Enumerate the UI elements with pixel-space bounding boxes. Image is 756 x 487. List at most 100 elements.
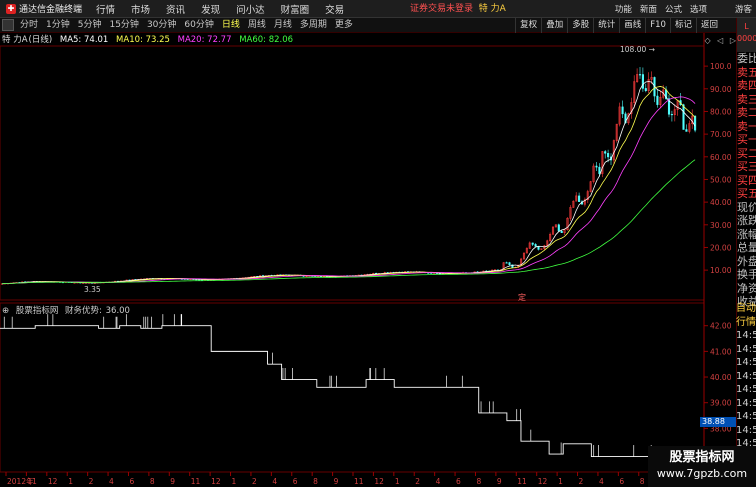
quote-item: 涨跌 — [737, 214, 756, 227]
date-label: 1 — [395, 477, 400, 486]
price-label: 100.0 — [710, 62, 732, 71]
candle-body — [560, 230, 563, 233]
date-label: 4 — [436, 477, 441, 486]
date-label: 12 — [211, 477, 221, 486]
ma20-label: MA20: 72.77 — [177, 35, 232, 45]
trade-item[interactable]: 自动 — [736, 302, 756, 316]
candle-body — [621, 106, 624, 115]
quote-items: 委比 卖五 卖四 卖三 卖二 卖一 买一 买二 买三 买四 买五 现价 涨跌 涨幅 总量 外盘 换手 净资 收益 — [737, 52, 756, 309]
quote-item: 净资 — [737, 281, 756, 295]
date-label: 11 — [191, 477, 201, 486]
chart-canvas[interactable]: 100.0 90.00 80.00 70.00 60.00 50.00 40.00 30.00… — [0, 0, 736, 487]
trade-item[interactable]: 行情 — [736, 316, 756, 330]
quote-item: 外盘 — [737, 254, 756, 268]
price-label: 90.00 — [710, 85, 732, 94]
date-label: 1 — [68, 477, 73, 486]
candle-body — [578, 195, 581, 202]
quote-item: 卖五 — [737, 65, 756, 79]
date-label: 8 — [150, 477, 155, 486]
subpanel-legend: ⊕ 股票指标网 财务优势: 36.00 — [2, 306, 134, 317]
candle-body — [607, 153, 610, 158]
date-label: 11 — [517, 477, 527, 486]
watermark: 股票指标网 www.7gpzb.com — [648, 446, 756, 487]
candle-body — [685, 129, 688, 132]
sub-label: 40.00 — [710, 373, 732, 382]
price-label: 40.00 — [710, 198, 732, 207]
ma60-label: MA60: 82.06 — [239, 35, 294, 45]
indicator-name: 财务优势: — [65, 306, 102, 316]
date-label: 2 — [415, 477, 420, 486]
candle-body — [557, 224, 560, 232]
tick-time: 14:55 — [736, 330, 756, 341]
candle-body — [670, 114, 673, 116]
quote-item: 涨幅 — [737, 227, 756, 241]
candle-body — [641, 74, 644, 89]
tick-time: 14:56 — [736, 424, 756, 436]
price-label: 80.00 — [710, 107, 732, 116]
date-label: 6 — [619, 477, 624, 486]
date-label: 9 — [334, 477, 339, 486]
quote-item: 委比 — [737, 52, 756, 65]
indicator-source: 股票指标网 — [15, 306, 59, 316]
tick-time: 14:55 — [736, 357, 756, 368]
date-label: 12 — [48, 477, 58, 486]
event-marker: 定 — [518, 292, 526, 302]
indicator-line — [0, 325, 704, 458]
quote-item: 卖三 — [737, 92, 756, 106]
tick-time: 14:55 — [736, 370, 756, 382]
current-value-tag: 38.88 — [700, 417, 736, 427]
sub-label: 41.00 — [710, 347, 732, 356]
date-label: 6 — [456, 477, 461, 486]
panel-nav[interactable]: ◇ ◁ ▷ — [704, 36, 738, 45]
sub-label: 39.00 — [710, 399, 732, 408]
candle-body — [531, 242, 534, 245]
date-label: 12 — [538, 477, 548, 486]
settings-icon[interactable]: ⊕ — [2, 306, 9, 316]
ma5-label: MA5: 74.01 — [59, 35, 109, 45]
candle-body — [604, 151, 607, 154]
tick-time: 14:56 — [736, 411, 756, 422]
candle-body — [595, 165, 598, 168]
quote-item: 买二 — [737, 146, 756, 160]
candle-body — [682, 104, 685, 130]
guest-button[interactable]: 游客 — [735, 3, 752, 15]
date-label: 4 — [272, 477, 277, 486]
date-label: 12 — [374, 477, 384, 486]
candle-body — [534, 244, 537, 247]
price-label: 60.00 — [710, 153, 732, 162]
ma-line — [1, 96, 696, 285]
date-label: 9 — [170, 477, 175, 486]
date-label: 4 — [109, 477, 114, 486]
candle-body — [638, 74, 642, 76]
candle-body — [598, 166, 601, 174]
date-label: 4 — [599, 477, 604, 486]
date-label: 11 — [354, 477, 364, 486]
tick-time: 14:55 — [736, 343, 756, 355]
quote-item: 卖四 — [737, 79, 756, 92]
candle-body — [694, 115, 697, 131]
candle-body — [656, 95, 659, 105]
price-label: 50.00 — [710, 175, 732, 184]
tick-time: 14:56 — [736, 384, 756, 395]
quote-item: 换手 — [737, 268, 756, 281]
sub-label: 42.00 — [710, 322, 732, 331]
quote-item: 卖一 — [737, 119, 756, 133]
quote-item: 卖二 — [737, 106, 756, 119]
date-label: 11 — [27, 477, 37, 486]
quote-item: 买四 — [737, 173, 756, 187]
stock-name: 特 力A — [2, 35, 28, 45]
date-label: 8 — [313, 477, 318, 486]
date-label: 1 — [558, 477, 563, 486]
price-label: 30.00 — [710, 221, 732, 230]
ma-line — [1, 159, 696, 285]
quote-item: 买一 — [737, 133, 756, 146]
date-label: 6 — [293, 477, 298, 486]
tick-time: 14:56 — [736, 397, 756, 409]
date-label: 2 — [252, 477, 257, 486]
candle-body — [508, 262, 511, 265]
date-label: 9 — [497, 477, 502, 486]
ma-legend: 特 力A(日线) MA5: 74.01 MA10: 73.25 MA20: 72… — [2, 35, 294, 45]
price-label: 70.00 — [710, 130, 732, 139]
max-price-label: 108.00 → — [620, 45, 655, 54]
date-label: 8 — [476, 477, 481, 486]
